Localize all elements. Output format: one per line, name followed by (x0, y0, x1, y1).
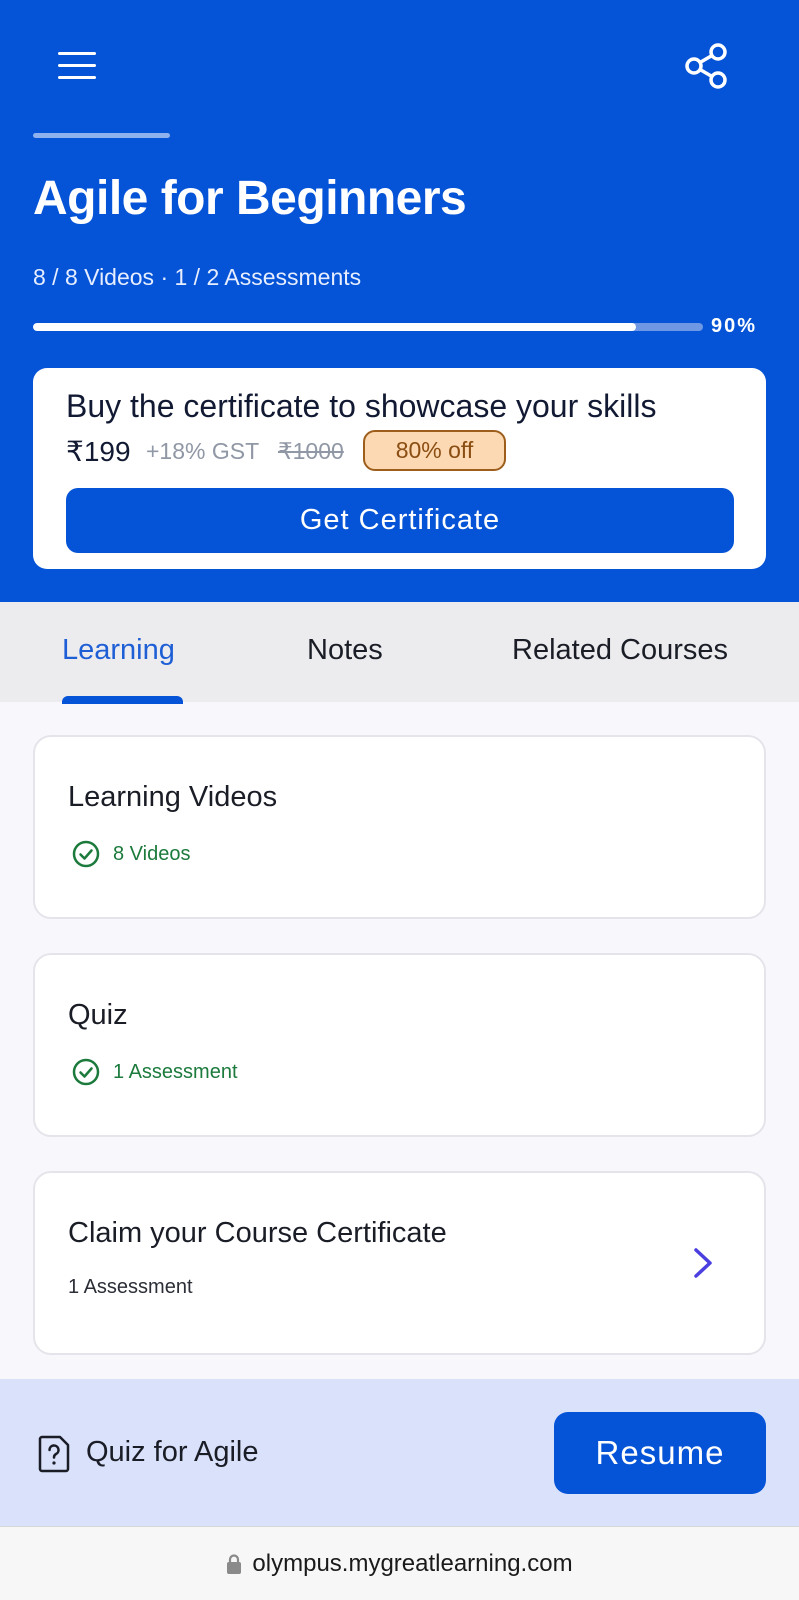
check-circle-icon (72, 1058, 100, 1086)
url-content: olympus.mygreatlearning.com (0, 1527, 799, 1600)
current-item-label: Quiz for Agile (86, 1436, 259, 1468)
progress-bar (33, 323, 703, 331)
card-subtitle: 1 Assessment (68, 1276, 193, 1298)
card-status-text: 8 Videos (113, 842, 191, 865)
progress-bar-fill (33, 323, 636, 331)
course-title: Agile for Beginners (33, 172, 467, 225)
card-status: 8 Videos (71, 839, 190, 869)
certificate-card: Buy the certificate to showcase your ski… (33, 368, 766, 569)
check-circle-icon (72, 840, 100, 868)
card-title: Claim your Course Certificate (68, 1217, 447, 1249)
quiz-card[interactable]: Quiz 1 Assessment (33, 953, 766, 1137)
course-header: Agile for Beginners 8 / 8 Videos · 1 / 2… (0, 0, 799, 602)
quiz-icon (38, 1435, 70, 1473)
card-status-text: 1 Assessment (113, 1060, 238, 1083)
bottom-action-bar: Quiz for Agile Resume (0, 1379, 799, 1526)
lock-icon (227, 1554, 242, 1574)
discount-badge: 80% off (363, 430, 506, 471)
learning-videos-card[interactable]: Learning Videos 8 Videos (33, 735, 766, 919)
page: Agile for Beginners 8 / 8 Videos · 1 / 2… (0, 0, 799, 1600)
url-text: olympus.mygreatlearning.com (252, 1550, 573, 1577)
chevron-right-icon[interactable] (689, 1245, 717, 1281)
tab-notes[interactable]: Notes (307, 634, 383, 667)
card-status: 1 Assessment (71, 1057, 238, 1087)
get-certificate-button[interactable]: Get Certificate (66, 488, 734, 553)
card-title: Quiz (68, 999, 128, 1031)
menu-icon[interactable] (56, 48, 100, 84)
tab-bar: Learning Notes Related Courses (0, 602, 799, 704)
share-icon[interactable] (684, 43, 728, 89)
title-accent-bar (33, 133, 170, 138)
course-progress-meta: 8 / 8 Videos · 1 / 2 Assessments (33, 264, 362, 290)
progress-percent: 90% (711, 315, 758, 337)
card-title: Learning Videos (68, 781, 278, 813)
claim-certificate-card[interactable]: Claim your Course Certificate 1 Assessme… (33, 1171, 766, 1355)
active-tab-indicator (62, 696, 183, 704)
tab-related-courses[interactable]: Related Courses (512, 634, 728, 667)
browser-url-bar[interactable]: olympus.mygreatlearning.com (0, 1526, 799, 1600)
certificate-price: ₹199 (66, 436, 131, 467)
resume-button[interactable]: Resume (554, 1412, 766, 1494)
tab-learning[interactable]: Learning (62, 634, 175, 667)
certificate-original-price: ₹1000 (278, 438, 344, 464)
certificate-heading: Buy the certificate to showcase your ski… (66, 388, 657, 424)
certificate-gst: +18% GST (146, 438, 260, 464)
